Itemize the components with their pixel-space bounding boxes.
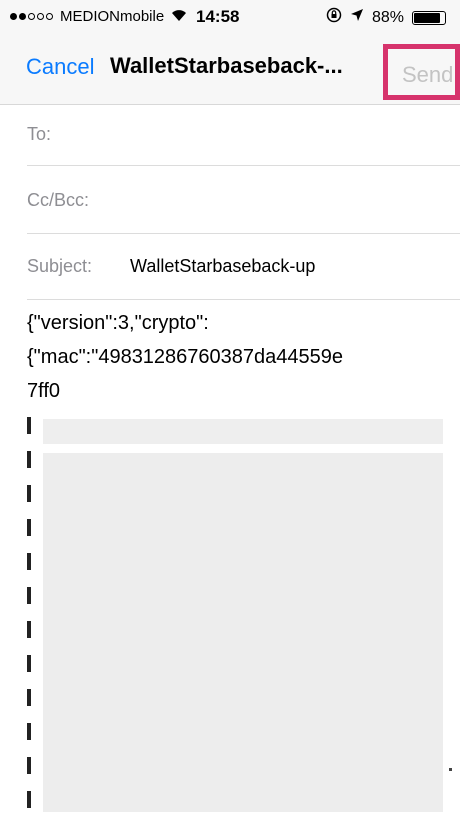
carrier-name: MEDIONmobile — [60, 8, 165, 25]
to-label: To: — [27, 124, 52, 144]
to-field[interactable]: To: — [27, 104, 460, 166]
body-line: 7ff0 — [27, 380, 60, 402]
cc-bcc-field[interactable]: Cc/Bcc: — [27, 166, 460, 234]
status-left: MEDIONmobile — [10, 8, 187, 25]
status-time: 14:58 — [196, 7, 240, 26]
lock-rotation-icon — [326, 7, 342, 28]
subject-value[interactable]: WalletStarbaseback-up — [130, 256, 315, 277]
send-highlight-box: Send — [383, 44, 460, 100]
redaction-overlay — [43, 453, 443, 812]
location-arrow-icon — [350, 8, 364, 27]
status-right: 88% — [326, 7, 446, 28]
battery-percent: 88% — [371, 8, 404, 26]
compose-title: WalletStarbaseback-... — [110, 53, 343, 78]
battery-icon — [412, 10, 446, 25]
body-line: {"mac":"49831286760387da44559e — [27, 346, 344, 368]
cancel-button[interactable]: Cancel — [26, 54, 94, 80]
cc-bcc-label: Cc/Bcc: — [27, 190, 90, 210]
status-bar: MEDIONmobile 14:58 88% — [0, 0, 460, 34]
redaction-overlay — [43, 419, 443, 444]
wifi-icon — [171, 9, 187, 25]
signal-strength-icon — [10, 13, 53, 20]
stray-mark — [449, 768, 452, 771]
send-button[interactable]: Send — [402, 62, 453, 88]
subject-label: Subject: — [27, 256, 93, 276]
body-line: {"version":3,"crypto": — [27, 312, 209, 334]
compose-nav-bar: Cancel WalletStarbaseback-... Send — [0, 34, 460, 105]
subject-field[interactable]: Subject: WalletStarbaseback-up — [27, 234, 460, 300]
